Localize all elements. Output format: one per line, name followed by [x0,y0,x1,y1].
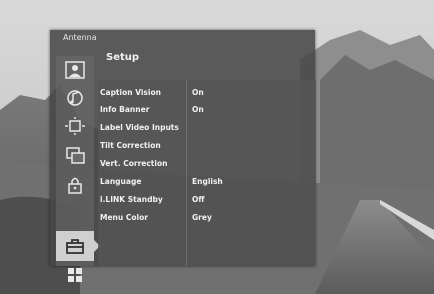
setting-row-vert-correction[interactable]: Vert. Correction [98,155,316,172]
sound-icon[interactable] [64,88,86,108]
toolbox-icon[interactable] [64,236,86,256]
setting-row-label-video-inputs[interactable]: Label Video Inputs [98,119,316,136]
setting-value: English [192,177,223,186]
picture-icon[interactable] [64,60,86,80]
setting-value: On [192,88,204,97]
apps-icon[interactable] [64,266,86,286]
setting-row-tilt-correction[interactable]: Tilt Correction [98,137,316,154]
setting-row-caption-vision[interactable]: Caption Vision On [98,84,316,101]
setting-value: Grey [192,213,212,222]
menu-category-title: Antenna [63,33,97,42]
screen-icon[interactable] [64,116,86,136]
setting-row-language[interactable]: Language English [98,173,316,190]
setting-value: On [192,105,204,114]
menu-sidebar [56,56,100,282]
settings-menu: Antenna Setup Caption Vision On Info Ban… [50,30,316,282]
setting-label: Vert. Correction [100,159,168,168]
setting-label: Language [100,177,142,186]
setting-value: Off [192,195,205,204]
setting-label: Info Banner [100,105,150,114]
setting-row-menu-color[interactable]: Menu Color Grey [98,209,316,226]
page-title: Setup [106,52,140,63]
channel-icon[interactable] [64,145,86,165]
setting-label: Menu Color [100,213,148,222]
setting-label: Label Video Inputs [100,123,179,132]
setting-row-info-banner[interactable]: Info Banner On [98,101,316,118]
lock-icon[interactable] [64,175,86,195]
setting-label: i.LINK Standby [100,195,163,204]
settings-list: Caption Vision On Info Banner On Label V… [98,80,316,266]
setting-label: Caption Vision [100,88,161,97]
setting-label: Tilt Correction [100,141,161,150]
setting-row-ilink-standby[interactable]: i.LINK Standby Off [98,191,316,208]
